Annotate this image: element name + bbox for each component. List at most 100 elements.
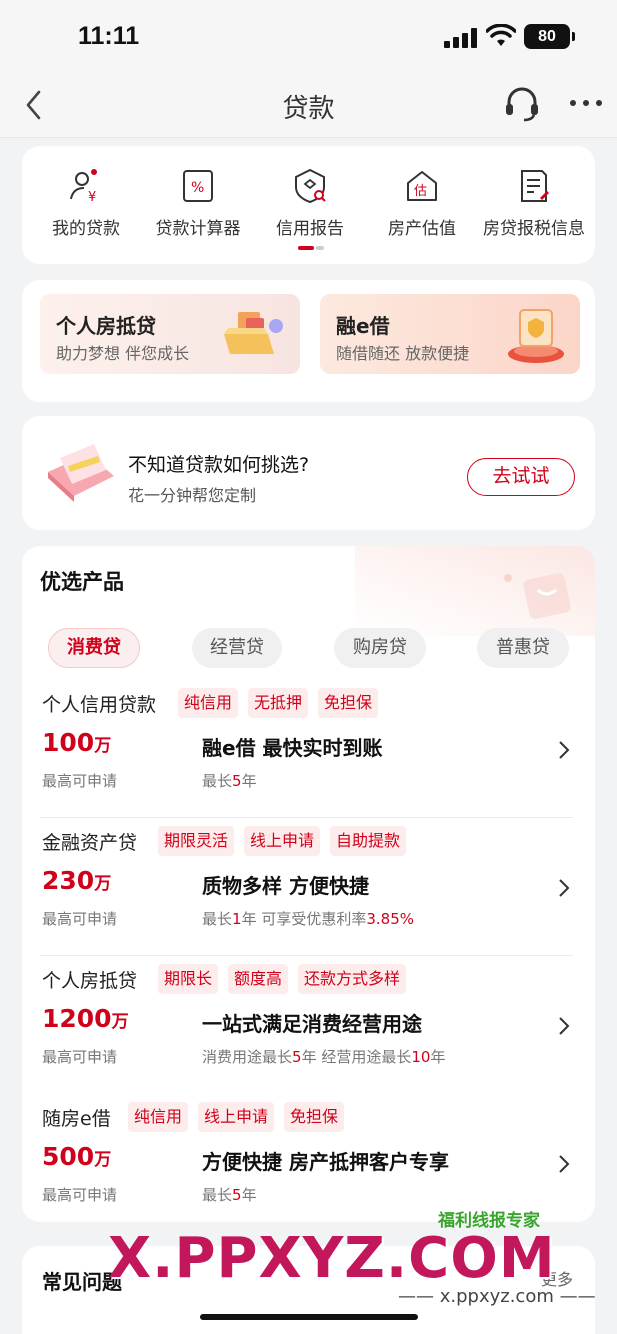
navigation-bar: 贷款 xyxy=(0,70,617,138)
tab-business-loan[interactable]: 经营贷 xyxy=(192,628,282,668)
status-bar: 11:11 80 xyxy=(0,0,617,70)
battery-indicator: 80 xyxy=(524,24,570,49)
quick-item-label: 贷款计算器 xyxy=(155,219,241,239)
detail-text: 最长 xyxy=(202,772,233,790)
tax-document-icon xyxy=(521,170,549,202)
product-detail: 最长1年 可享受优惠利率3.85% xyxy=(202,908,414,929)
amount-note: 最高可申请 xyxy=(42,910,118,928)
shopping-bag-decoration-icon xyxy=(504,573,571,619)
max-amount: 500万 xyxy=(42,1142,111,1171)
section-title: 优选产品 xyxy=(40,570,124,594)
tab-inclusive-loan[interactable]: 普惠贷 xyxy=(477,628,569,668)
advisor-subtitle: 花一分钟帮您定制 xyxy=(128,486,257,505)
more-options-icon[interactable] xyxy=(568,100,604,108)
amount-value: 500 xyxy=(42,1142,95,1171)
detail-text: 消费用途最长 xyxy=(202,1048,293,1066)
amount-value: 1200 xyxy=(42,1004,112,1033)
amount-note: 最高可申请 xyxy=(42,1186,118,1204)
amount-value: 230 xyxy=(42,866,95,895)
featured-products-card: 优选产品 消费贷 经营贷 购房贷 普惠贷 个人信用贷款 纯信用 无抵押 免担保 … xyxy=(22,546,595,1222)
product-tag: 线上申请 xyxy=(244,826,321,856)
quick-item-label: 我的贷款 xyxy=(52,219,120,239)
quick-item-tax-info[interactable]: 房贷报税信息 xyxy=(474,168,594,239)
product-tag: 免担保 xyxy=(318,688,379,718)
svg-text:估: 估 xyxy=(414,184,427,199)
product-detail: 最长5年 xyxy=(202,1184,257,1205)
product-name: 金融资产贷 xyxy=(42,832,138,854)
product-name: 个人信用贷款 xyxy=(42,694,157,716)
product-tag: 线上申请 xyxy=(198,1102,275,1132)
amount-unit: 万 xyxy=(111,1012,129,1032)
quick-item-calculator[interactable]: % 贷款计算器 xyxy=(138,168,258,239)
product-tag: 还款方式多样 xyxy=(298,964,407,994)
gift-envelope-illustration-icon xyxy=(48,444,114,502)
product-tag: 期限长 xyxy=(158,964,219,994)
quick-item-label: 信用报告 xyxy=(276,219,344,239)
house-valuation-icon: 估 xyxy=(407,171,437,201)
max-amount: 1200万 xyxy=(42,1004,129,1033)
product-tag: 额度高 xyxy=(228,964,289,994)
home-indicator xyxy=(200,1314,418,1320)
promo-subtitle: 助力梦想 伴您成长 xyxy=(56,344,190,363)
chevron-right-icon xyxy=(559,1017,570,1035)
product-row[interactable]: 个人房抵贷 期限长 额度高 还款方式多样 1200万 最高可申请 一站式满足消费… xyxy=(22,956,595,1094)
product-detail: 消费用途最长5年 经营用途最长10年 xyxy=(202,1046,445,1067)
quick-item-label: 房产估值 xyxy=(388,219,456,239)
calculator-icon: % xyxy=(183,170,213,202)
detail-highlight: 10 xyxy=(411,1048,431,1066)
svg-text:%: % xyxy=(191,180,204,196)
product-name: 个人房抵贷 xyxy=(42,970,138,992)
chevron-right-icon xyxy=(559,1155,570,1173)
credit-report-icon xyxy=(295,168,326,204)
max-amount: 100万 xyxy=(42,728,111,757)
faq-title: 常见问题 xyxy=(42,1270,122,1294)
tab-consumer-loan[interactable]: 消费贷 xyxy=(48,628,140,668)
amount-unit: 万 xyxy=(94,874,112,894)
wifi-icon xyxy=(486,24,516,46)
product-feature: 方便快捷 房产抵押客户专享 xyxy=(202,1150,449,1174)
detail-text: 年 xyxy=(430,1048,446,1066)
detail-text: 年 xyxy=(241,772,257,790)
quick-item-credit-report[interactable]: 信用报告 xyxy=(250,168,370,239)
detail-text: 最长 xyxy=(202,910,233,928)
product-detail: 最长5年 xyxy=(202,770,257,791)
my-loan-icon: ¥ xyxy=(70,169,97,204)
detail-highlight: 5 xyxy=(232,1186,242,1204)
faq-card: 常见问题 更多 xyxy=(22,1246,595,1334)
detail-highlight: 5 xyxy=(292,1048,302,1066)
amount-value: 100 xyxy=(42,728,95,757)
detail-highlight: 1 xyxy=(232,910,242,928)
shield-coin-illustration-icon xyxy=(508,309,564,363)
tab-home-purchase-loan[interactable]: 购房贷 xyxy=(334,628,426,668)
promo-title: 融e借 xyxy=(336,314,390,338)
detail-highlight: 3.85% xyxy=(366,910,414,928)
detail-highlight: 5 xyxy=(232,772,242,790)
product-tag: 自助提款 xyxy=(330,826,407,856)
quick-item-my-loans[interactable]: ¥ 我的贷款 xyxy=(26,168,146,239)
cellular-signal-icon xyxy=(444,28,478,48)
faq-more-link[interactable]: 更多 xyxy=(541,1266,573,1290)
customer-service-headset-icon[interactable] xyxy=(502,84,542,124)
battery-tip xyxy=(572,32,575,41)
max-amount: 230万 xyxy=(42,866,111,895)
product-tag: 纯信用 xyxy=(128,1102,189,1132)
product-feature: 一站式满足消费经营用途 xyxy=(202,1012,422,1036)
product-row[interactable]: 随房e借 纯信用 线上申请 免担保 500万 最高可申请 方便快捷 房产抵押客户… xyxy=(22,1094,595,1222)
product-row[interactable]: 个人信用贷款 纯信用 无抵押 免担保 100万 最高可申请 融e借 最快实时到账… xyxy=(22,680,595,818)
quick-menu-card: ¥ 我的贷款 % 贷款计算器 信用报告 估 房产估值 房贷报税信息 xyxy=(22,146,595,264)
detail-text: 年 可享受优惠利率 xyxy=(241,910,367,928)
chevron-right-icon xyxy=(559,879,570,897)
product-feature: 质物多样 方便快捷 xyxy=(202,874,369,898)
product-tag: 免担保 xyxy=(284,1102,345,1132)
quick-item-house-valuation[interactable]: 估 房产估值 xyxy=(362,168,482,239)
product-name: 随房e借 xyxy=(42,1108,111,1130)
watermark-brand: 福利线报专家 xyxy=(438,1211,540,1231)
loan-advisor-card: 不知道贷款如何挑选? 花一分钟帮您定制 去试试 xyxy=(22,416,595,530)
promo-home-mortgage-loan[interactable]: 个人房抵贷 助力梦想 伴您成长 xyxy=(40,294,300,374)
promo-rong-e-jie[interactable]: 融e借 随借随还 放款便捷 xyxy=(320,294,580,374)
promo-banner-card: 个人房抵贷 助力梦想 伴您成长 融e借 随借随还 放款便捷 xyxy=(22,280,595,402)
detail-text: 年 xyxy=(241,1186,257,1204)
product-row[interactable]: 金融资产贷 期限灵活 线上申请 自助提款 230万 最高可申请 质物多样 方便快… xyxy=(22,818,595,956)
try-now-button[interactable]: 去试试 xyxy=(467,458,575,496)
page-indicator xyxy=(298,246,324,250)
